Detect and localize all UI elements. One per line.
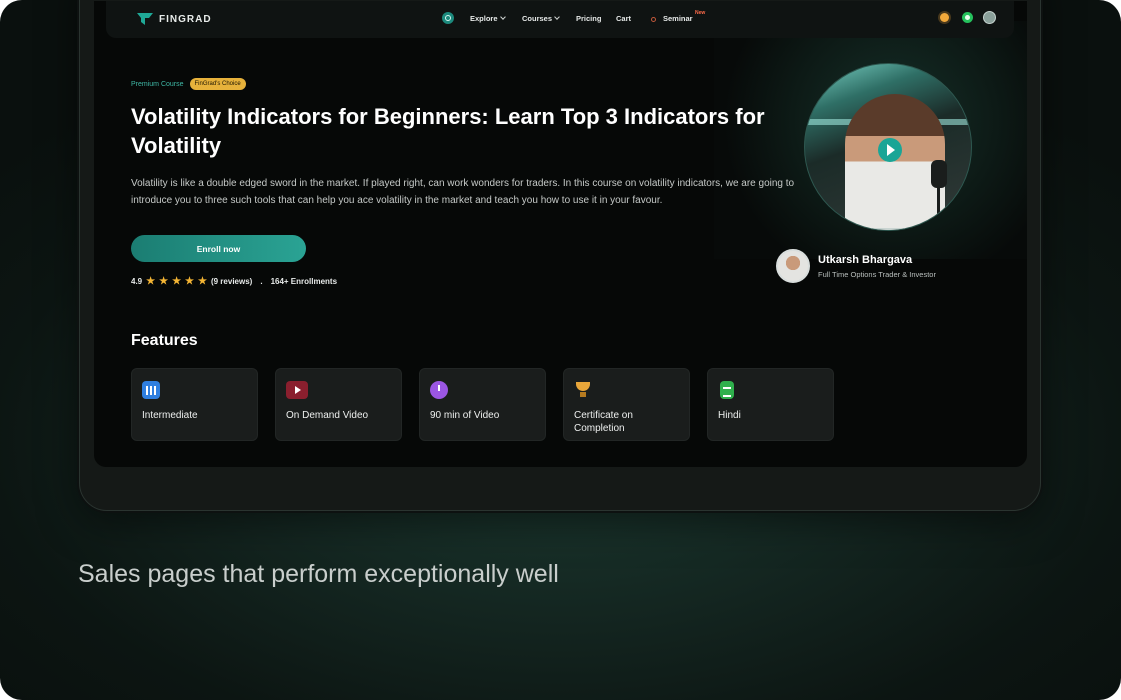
enroll-button[interactable]: Enroll now	[131, 235, 306, 262]
feature-card-level: Intermediate	[131, 368, 258, 441]
rating-value: 4.9	[131, 277, 143, 286]
timer-icon	[430, 381, 448, 399]
nav-explore[interactable]: Explore	[470, 14, 506, 23]
feature-label: 90 min of Video	[430, 410, 500, 421]
star-icon: ★	[146, 276, 156, 287]
choice-badge: FinGrad's Choice	[189, 78, 246, 90]
seminar-icon	[651, 17, 656, 22]
fingrad-logo-icon	[137, 13, 153, 25]
new-badge: New	[695, 10, 706, 16]
bar-chart-icon	[142, 381, 160, 399]
browser-screen: FINGRAD Explore Courses Pricing Cart Sem…	[94, 1, 1027, 467]
brand-name: FINGRAD	[159, 13, 212, 25]
feature-label: Intermediate	[142, 410, 198, 421]
device-frame: FINGRAD Explore Courses Pricing Cart Sem…	[79, 0, 1041, 511]
star-icon: ★	[172, 276, 182, 287]
enrollments-count: 164+ Enrollments	[270, 277, 338, 286]
nav-courses[interactable]: Courses	[522, 14, 560, 23]
premium-label: Premium Course	[131, 80, 184, 88]
chevron-down-icon	[554, 14, 560, 20]
play-icon[interactable]	[878, 138, 902, 162]
showcase-tagline: Sales pages that perform exceptionally w…	[78, 560, 559, 588]
nav-courses-label: Courses	[522, 14, 553, 23]
nav-cart[interactable]: Cart	[616, 14, 631, 23]
feature-label: Hindi	[718, 410, 741, 421]
course-description: Volatility is like a double edged sword …	[131, 178, 795, 206]
instructor-card[interactable]: Utkarsh Bhargava Full Time Options Trade…	[776, 249, 936, 283]
language-doc-icon	[720, 381, 734, 399]
chevron-down-icon	[499, 14, 506, 20]
features-heading: Features	[131, 332, 198, 349]
search-icon[interactable]	[442, 12, 454, 24]
video-icon	[286, 381, 308, 399]
feature-card-duration: 90 min of Video	[419, 368, 546, 441]
video-time: -4:43	[913, 224, 923, 229]
nav-seminar[interactable]: Seminar	[663, 14, 693, 23]
whatsapp-icon[interactable]	[962, 12, 973, 23]
mic-stand	[937, 184, 940, 224]
instructor-info: Utkarsh Bhargava Full Time Options Trade…	[818, 254, 936, 279]
feature-label: On Demand Video	[286, 410, 369, 421]
feature-card-certificate: Certificate on Completion	[563, 368, 690, 441]
theme-toggle-sun-icon[interactable]	[940, 13, 949, 22]
brand-logo[interactable]: FINGRAD	[136, 11, 212, 27]
feature-label: Certificate on Completion	[574, 410, 633, 434]
nav-explore-label: Explore	[470, 14, 498, 23]
user-avatar-icon[interactable]	[983, 11, 996, 24]
instructor-avatar	[776, 249, 810, 283]
instructor-name: Utkarsh Bhargava	[818, 253, 913, 266]
video-presenter	[845, 94, 945, 230]
star-icon: ★	[198, 276, 207, 287]
course-tags: Premium Course FinGrad's Choice	[131, 78, 246, 90]
star-icon: ★	[159, 276, 169, 287]
star-icon: ★	[185, 276, 194, 287]
navbar: FINGRAD Explore Courses Pricing Cart Sem…	[106, 1, 1014, 38]
showcase-background: FINGRAD Explore Courses Pricing Cart Sem…	[0, 0, 1121, 700]
trophy-icon	[574, 381, 592, 399]
video-preview[interactable]: -4:43	[804, 63, 972, 231]
course-title: Volatility Indicators for Beginners: Lea…	[131, 104, 765, 158]
reviews-count[interactable]: (9 reviews)	[211, 277, 252, 286]
rating-row: 4.9 ★ ★ ★ ★ ★ (9 reviews) . 164+ Enrollm…	[131, 276, 337, 287]
feature-card-language: Hindi	[707, 368, 834, 441]
instructor-role: Full Time Options Trader & Investor	[818, 269, 936, 279]
nav-pricing[interactable]: Pricing	[576, 14, 601, 23]
separator: .	[260, 277, 263, 286]
feature-card-video: On Demand Video	[275, 368, 402, 441]
